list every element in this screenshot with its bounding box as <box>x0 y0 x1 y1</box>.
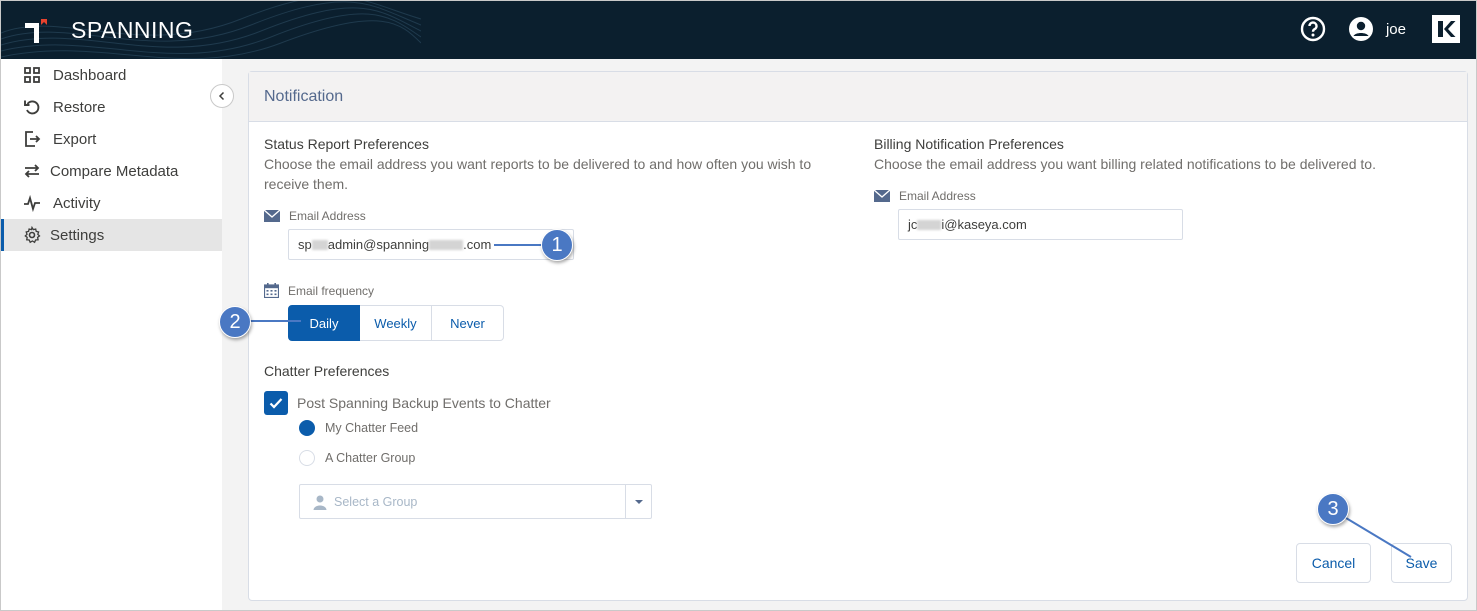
billing-email-input[interactable]: jc i@kaseya.com <box>898 209 1183 240</box>
card-title: Notification <box>249 72 1467 122</box>
sidebar-item-compare-metadata[interactable]: Compare Metadata <box>1 155 222 187</box>
billing-notification-description: Choose the email address you want billin… <box>874 156 1376 172</box>
top-bar: SPANNING joe <box>1 1 1476 59</box>
save-button[interactable]: Save <box>1391 543 1452 583</box>
brand[interactable]: SPANNING <box>21 15 193 45</box>
person-icon <box>313 495 327 510</box>
chatter-group-label: A Chatter Group <box>325 451 416 465</box>
chevron-left-icon <box>218 91 225 101</box>
checkmark-icon <box>269 398 283 409</box>
sidebar-item-dashboard[interactable]: Dashboard <box>1 59 222 91</box>
sidebar-item-label: Export <box>53 130 97 148</box>
post-to-chatter-label: Post Spanning Backup Events to Chatter <box>297 395 551 411</box>
brand-name: SPANNING <box>71 16 194 43</box>
billing-notification-title: Billing Notification Preferences <box>874 136 1064 152</box>
collapse-sidebar-button[interactable] <box>210 84 234 108</box>
sidebar-item-label: Compare Metadata <box>50 162 179 180</box>
sidebar-item-label: Activity <box>53 194 101 212</box>
my-chatter-feed-label: My Chatter Feed <box>325 421 419 435</box>
chevron-down-icon <box>634 499 643 504</box>
status-report-title: Status Report Preferences <box>264 136 429 152</box>
chatter-group-radio[interactable] <box>299 450 315 466</box>
chatter-group-select[interactable]: Select a Group <box>299 484 652 519</box>
email-frequency-label: Email frequency <box>264 283 374 298</box>
kaseya-icon[interactable] <box>1432 15 1460 43</box>
callout-2: 2 <box>219 306 251 338</box>
callout-3: 3 <box>1317 493 1349 525</box>
restore-icon <box>24 100 40 115</box>
export-icon <box>25 131 41 147</box>
sidebar-item-export[interactable]: Export <box>1 123 222 155</box>
envelope-icon <box>264 210 280 222</box>
my-chatter-feed-radio[interactable] <box>299 420 315 436</box>
activity-icon <box>24 194 40 212</box>
sidebar-item-settings[interactable]: Settings <box>1 219 222 251</box>
status-email-label: Email Address <box>264 209 366 223</box>
grid-icon <box>24 67 40 83</box>
frequency-never-button[interactable]: Never <box>432 305 504 341</box>
sidebar-item-label: Settings <box>50 226 105 244</box>
email-frequency-selector: Daily Weekly Never <box>288 305 504 341</box>
calendar-icon <box>264 283 279 298</box>
help-icon[interactable] <box>1300 16 1326 42</box>
sidebar-item-label: Restore <box>53 98 106 116</box>
callout-1: 1 <box>541 229 573 261</box>
chatter-preferences-title: Chatter Preferences <box>264 363 390 379</box>
user-avatar-icon[interactable] <box>1348 16 1374 42</box>
compare-icon <box>24 164 40 178</box>
user-name[interactable]: joe <box>1386 21 1406 38</box>
post-to-chatter-checkbox[interactable] <box>264 391 288 415</box>
sidebar-item-label: Dashboard <box>53 66 127 84</box>
sidebar: Dashboard Restore Export Compare Metadat… <box>1 59 222 610</box>
sidebar-item-activity[interactable]: Activity <box>1 187 222 219</box>
frequency-weekly-button[interactable]: Weekly <box>360 305 432 341</box>
group-select-placeholder: Select a Group <box>334 494 418 509</box>
cancel-button[interactable]: Cancel <box>1296 543 1371 583</box>
status-email-input[interactable]: sp admin@spanning .com <box>288 229 574 260</box>
spanning-logo-icon <box>25 19 47 43</box>
select-dropdown-toggle[interactable] <box>625 485 651 518</box>
sidebar-item-restore[interactable]: Restore <box>1 91 222 123</box>
envelope-icon <box>874 190 890 202</box>
billing-email-label: Email Address <box>874 189 976 203</box>
gear-icon <box>24 226 41 244</box>
status-report-description: Choose the email address you want report… <box>264 156 812 192</box>
frequency-daily-button[interactable]: Daily <box>288 305 360 341</box>
